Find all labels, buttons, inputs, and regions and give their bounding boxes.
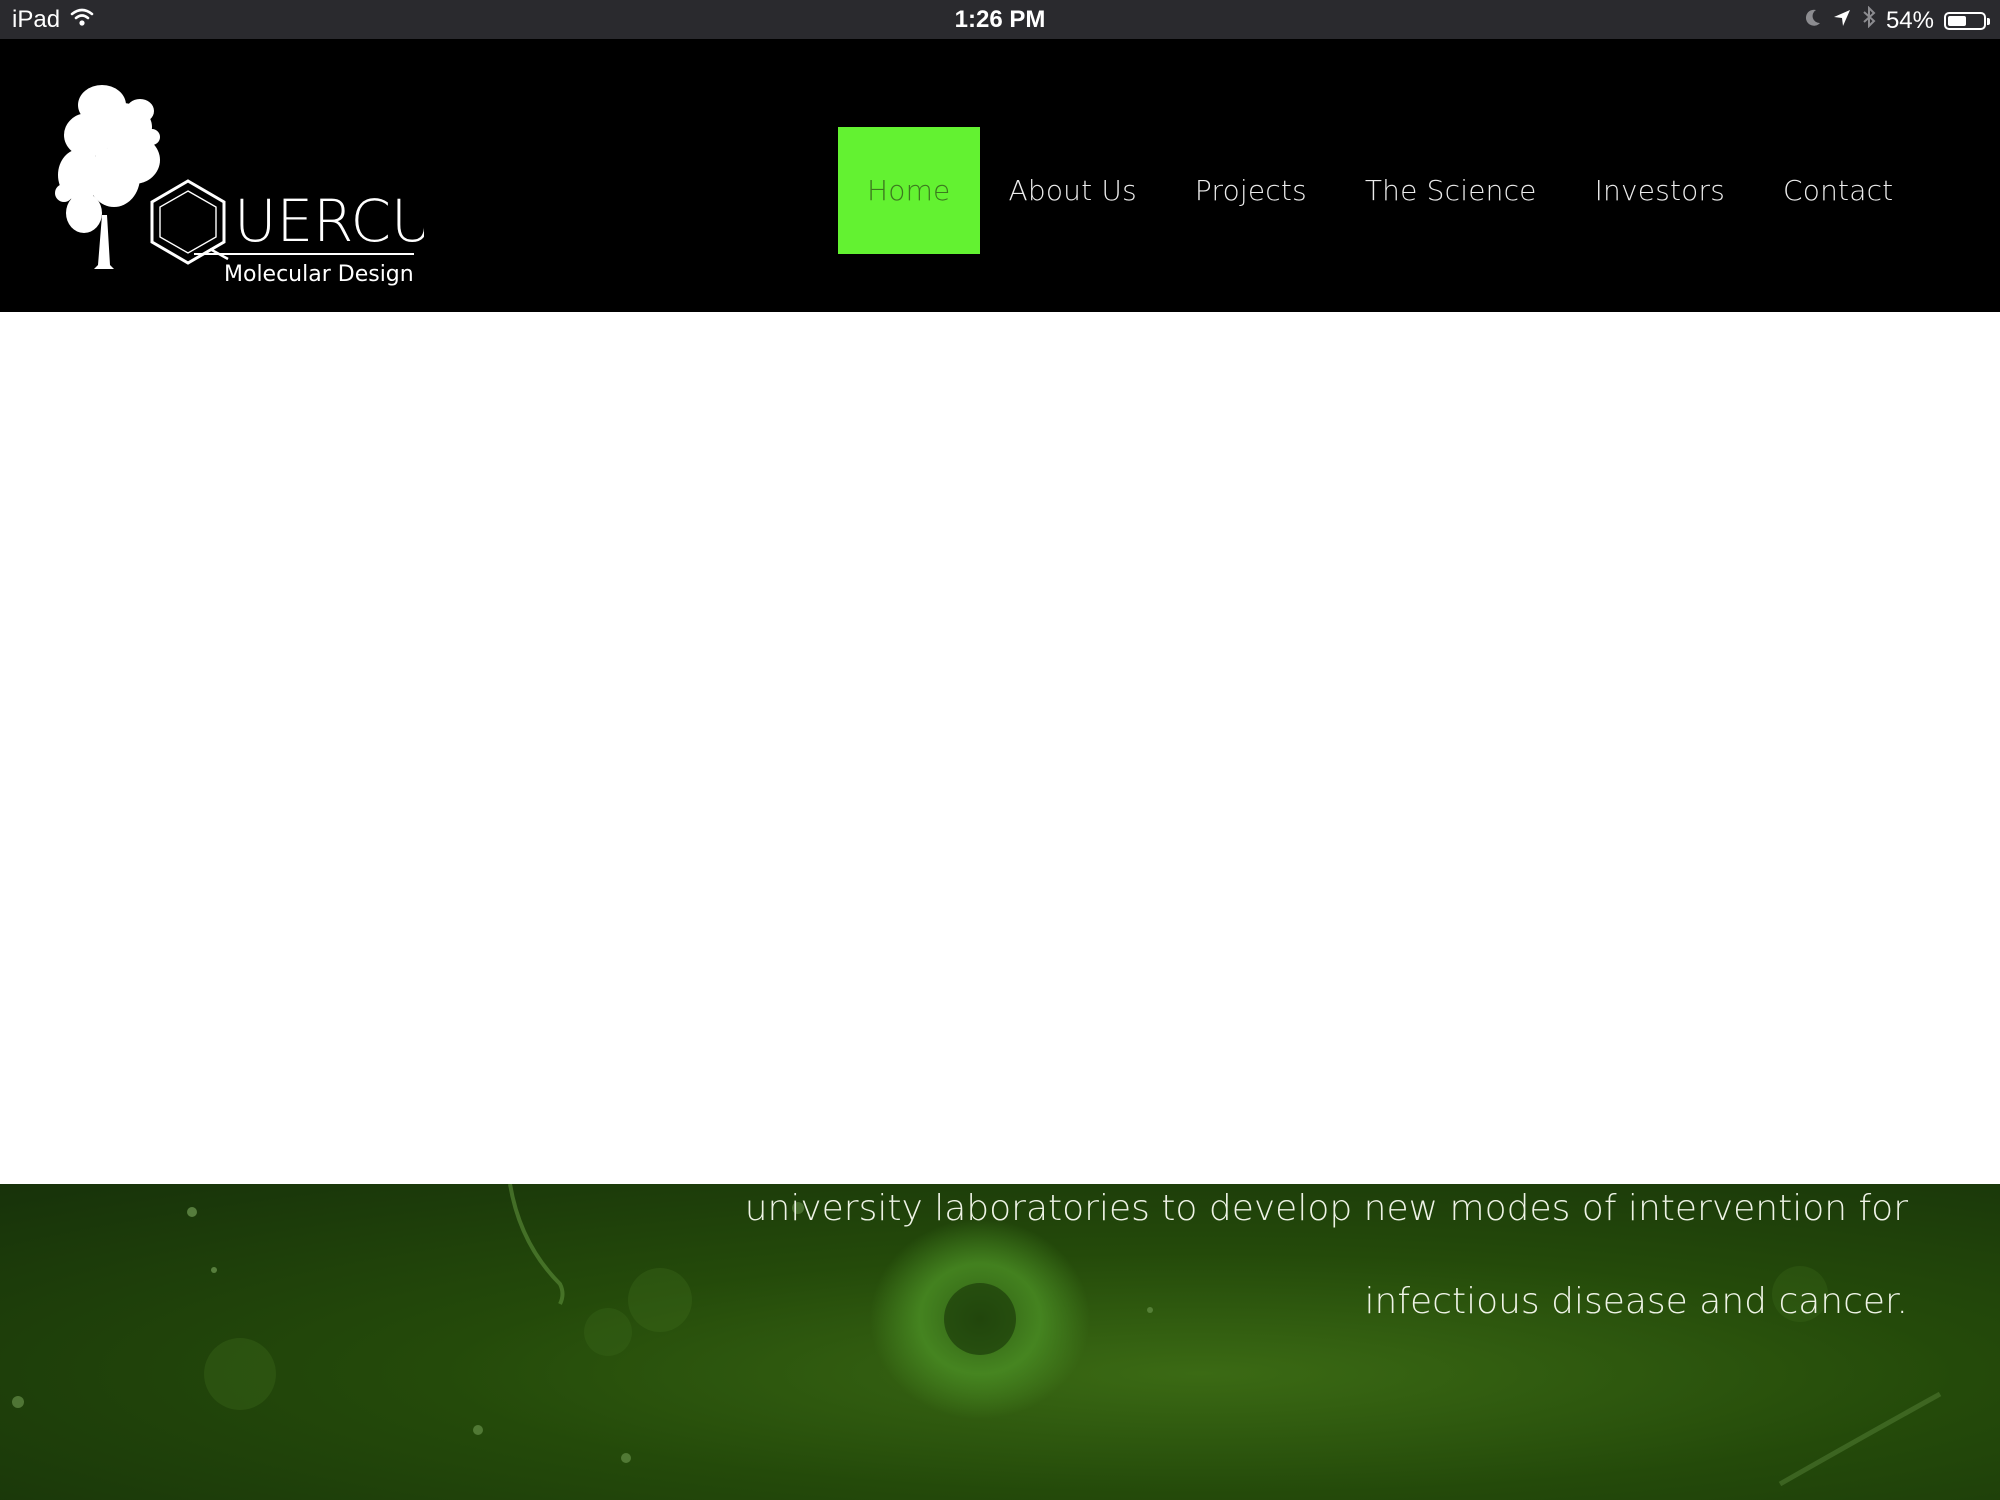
site-header: UERCUS Molecular Design Home About Us Pr… <box>0 39 2000 312</box>
nav-item-investors[interactable]: Investors <box>1566 127 1754 254</box>
nav-item-contact[interactable]: Contact <box>1754 127 1922 254</box>
nav-item-about-us[interactable]: About Us <box>980 127 1166 254</box>
tree-icon <box>55 85 160 269</box>
main-nav: Home About Us Projects The Science Inves… <box>838 127 1922 254</box>
clock: 1:26 PM <box>954 6 1046 33</box>
nav-item-the-science[interactable]: The Science <box>1336 127 1566 254</box>
logo-brand: UERCUS <box>234 187 424 255</box>
hero-text: university laboratories to develop new m… <box>608 1184 1908 1348</box>
battery-tip <box>1987 17 1990 25</box>
location-arrow-icon <box>1832 7 1852 35</box>
logo-tagline: Molecular Design <box>224 262 414 287</box>
nav-item-projects[interactable]: Projects <box>1166 127 1336 254</box>
content-placeholder <box>0 312 2000 1184</box>
moon-icon <box>1804 7 1822 35</box>
logo-graphic: UERCUS Molecular Design <box>55 85 470 287</box>
status-bar: iPad 1:26 PM 54% <box>0 0 2000 39</box>
hero-text-line: infectious disease and cancer. <box>1364 1281 1908 1322</box>
battery-fill <box>1948 15 1967 26</box>
quercus-logo[interactable]: UERCUS Molecular Design <box>44 65 470 305</box>
hero-section: university laboratories to develop new m… <box>0 1184 2000 1500</box>
hero-text-line: university laboratories to develop new m… <box>744 1188 1908 1229</box>
bluetooth-icon <box>1862 5 1876 35</box>
status-bar-right: 54% <box>1804 5 1990 35</box>
battery-icon <box>1944 11 1990 30</box>
nav-item-home[interactable]: Home <box>838 127 980 254</box>
battery-percent: 54% <box>1885 6 1934 34</box>
